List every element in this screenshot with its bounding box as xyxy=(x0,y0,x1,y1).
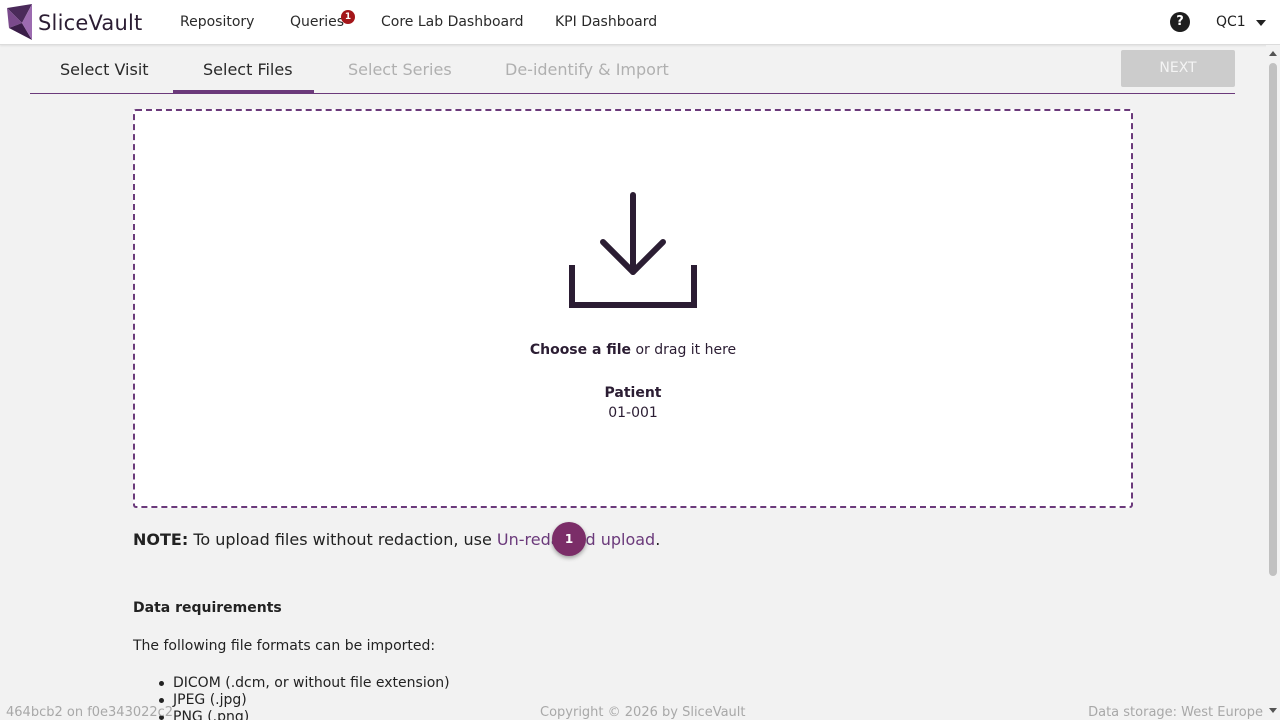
queries-count-badge: 1 xyxy=(341,10,355,24)
nav-queries[interactable]: Queries xyxy=(290,14,344,30)
copyright: Copyright © 2026 by SliceVault xyxy=(540,705,746,720)
scroll-up-arrow-icon[interactable] xyxy=(1269,51,1277,56)
data-requirements-heading: Data requirements xyxy=(133,600,282,616)
data-storage-region: Data storage: West Europe xyxy=(1088,705,1263,720)
choose-file-link[interactable]: Choose a file xyxy=(530,342,631,358)
page-scrollbar[interactable] xyxy=(1266,45,1280,720)
list-item: DICOM (.dcm, or without file extension) xyxy=(159,675,450,691)
nav-kpi-dashboard[interactable]: KPI Dashboard xyxy=(555,14,657,30)
app-name: SliceVault xyxy=(38,11,143,35)
note-suffix: . xyxy=(655,530,661,549)
patient-label: Patient xyxy=(604,385,662,401)
build-version: 464bcb2 on f0e343022c2 xyxy=(6,705,174,720)
step-select-series: Select Series xyxy=(348,60,452,79)
nav-core-lab-dashboard[interactable]: Core Lab Dashboard xyxy=(381,14,524,30)
next-button[interactable]: NEXT xyxy=(1121,50,1235,87)
app-logo[interactable]: SliceVault xyxy=(5,4,142,42)
slicevault-logo-icon xyxy=(7,4,32,40)
scrollbar-thumb[interactable] xyxy=(1269,63,1277,576)
step-select-visit[interactable]: Select Visit xyxy=(60,60,149,79)
download-icon xyxy=(569,192,697,308)
step-select-files[interactable]: Select Files xyxy=(203,60,293,79)
user-menu[interactable]: QC1 xyxy=(1216,14,1246,30)
data-requirements-intro: The following file formats can be import… xyxy=(133,638,436,654)
top-navbar: SliceVault Repository Queries 1 Core Lab… xyxy=(0,0,1280,45)
nav-repository[interactable]: Repository xyxy=(180,14,254,30)
chevron-down-icon[interactable] xyxy=(1256,20,1266,26)
steps-divider xyxy=(30,93,1235,94)
scroll-down-arrow-icon[interactable] xyxy=(1269,708,1277,713)
drag-text: or drag it here xyxy=(631,342,737,358)
dropzone-instruction: Choose a file or drag it here xyxy=(133,342,1133,358)
patient-id: 01-001 xyxy=(608,405,658,421)
step-deidentify-import: De-identify & Import xyxy=(505,60,669,79)
help-icon[interactable]: ? xyxy=(1170,12,1190,32)
note-text: To upload files without redaction, use xyxy=(188,530,497,549)
note-prefix: NOTE: xyxy=(133,530,189,549)
annotation-marker[interactable]: 1 xyxy=(552,522,586,556)
footer: 464bcb2 on f0e343022c2 Copyright © 2026 … xyxy=(0,704,1266,720)
